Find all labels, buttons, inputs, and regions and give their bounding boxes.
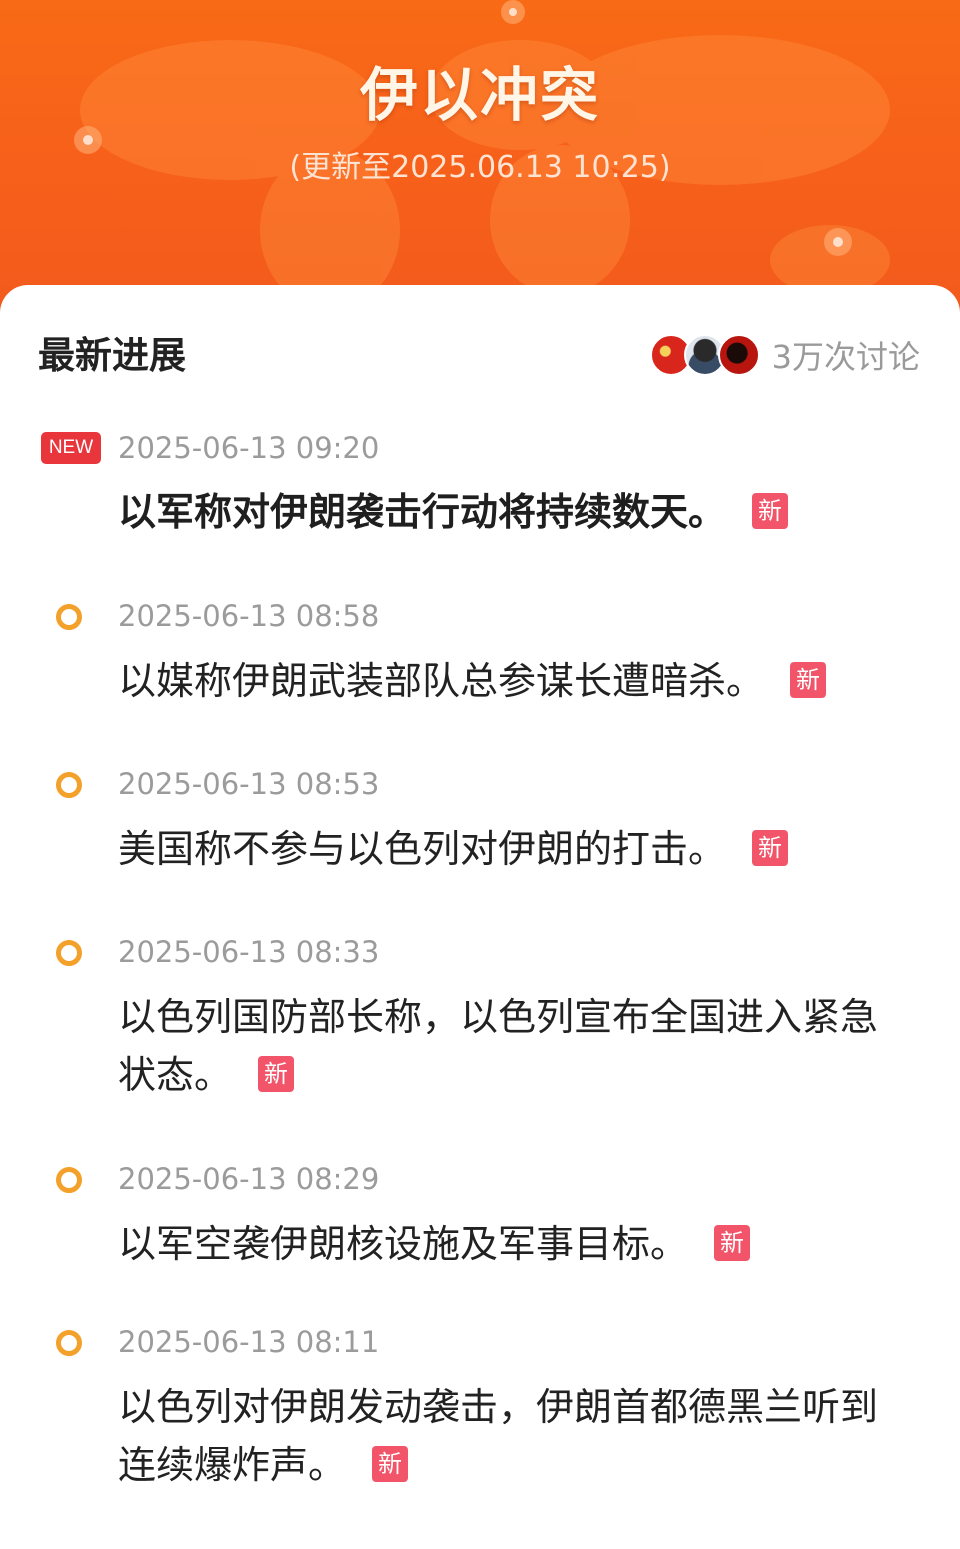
timeline-text: 以军空袭伊朗核设施及军事目标。新 — [118, 1215, 888, 1273]
timeline-text: 以色列对伊朗发动袭击，伊朗首都德黑兰听到连续爆炸声。新 — [118, 1378, 888, 1494]
new-tag: 新 — [258, 1056, 295, 1092]
timeline-text-content: 以色列对伊朗发动袭击，伊朗首都德黑兰听到连续爆炸声。 — [118, 1385, 879, 1487]
timeline-time: 2025-06-13 08:33 — [118, 935, 380, 969]
timeline-text-content: 以军称对伊朗袭击行动将持续数天。 — [118, 490, 727, 534]
timeline-time: 2025-06-13 08:11 — [118, 1325, 380, 1359]
timeline-dot-icon — [56, 772, 82, 798]
avatar — [717, 334, 760, 376]
timeline-time: 2025-06-13 09:20 — [118, 431, 380, 465]
new-tag: 新 — [372, 1446, 409, 1482]
timeline-time: 2025-06-13 08:29 — [118, 1162, 380, 1196]
timeline-dot-icon — [56, 604, 82, 630]
new-tag: 新 — [790, 662, 827, 698]
timeline-text: 美国称不参与以色列对伊朗的打击。新 — [118, 820, 888, 878]
timeline-text-content: 以色列国防部长称，以色列宣布全国进入紧急状态。 — [118, 995, 879, 1097]
new-badge: NEW — [41, 432, 101, 464]
timeline-text: 以军称对伊朗袭击行动将持续数天。新 — [118, 483, 888, 541]
timeline-text-content: 以军空袭伊朗核设施及军事目标。 — [118, 1222, 689, 1266]
timeline-time: 2025-06-13 08:53 — [118, 767, 380, 801]
timeline-text-content: 以媒称伊朗武装部队总参谋长遭暗杀。 — [118, 659, 765, 703]
timeline-time: 2025-06-13 08:58 — [118, 599, 380, 633]
timeline-text: 以媒称伊朗武装部队总参谋长遭暗杀。新 — [118, 652, 888, 710]
timeline-dot-icon — [56, 940, 82, 966]
discussion-count: 3万次讨论 — [771, 338, 920, 376]
discussion-summary[interactable]: 3万次讨论 — [649, 332, 920, 378]
section-title: 最新进展 — [38, 334, 186, 377]
new-tag: 新 — [752, 493, 789, 529]
timeline-dot-icon — [56, 1167, 82, 1193]
avatar-stack — [649, 332, 760, 378]
topic-title: 伊以冲突 — [359, 61, 600, 129]
timeline-dot-icon — [56, 1330, 82, 1356]
timeline-text-content: 美国称不参与以色列对伊朗的打击。 — [118, 827, 727, 871]
new-tag: 新 — [752, 830, 789, 866]
update-time: (更新至2025.06.13 10:25) — [289, 150, 671, 185]
new-tag: 新 — [714, 1225, 751, 1261]
topic-header: 伊以冲突 (更新至2025.06.13 10:25) — [0, 0, 960, 320]
timeline-text: 以色列国防部长称，以色列宣布全国进入紧急状态。新 — [118, 988, 888, 1104]
